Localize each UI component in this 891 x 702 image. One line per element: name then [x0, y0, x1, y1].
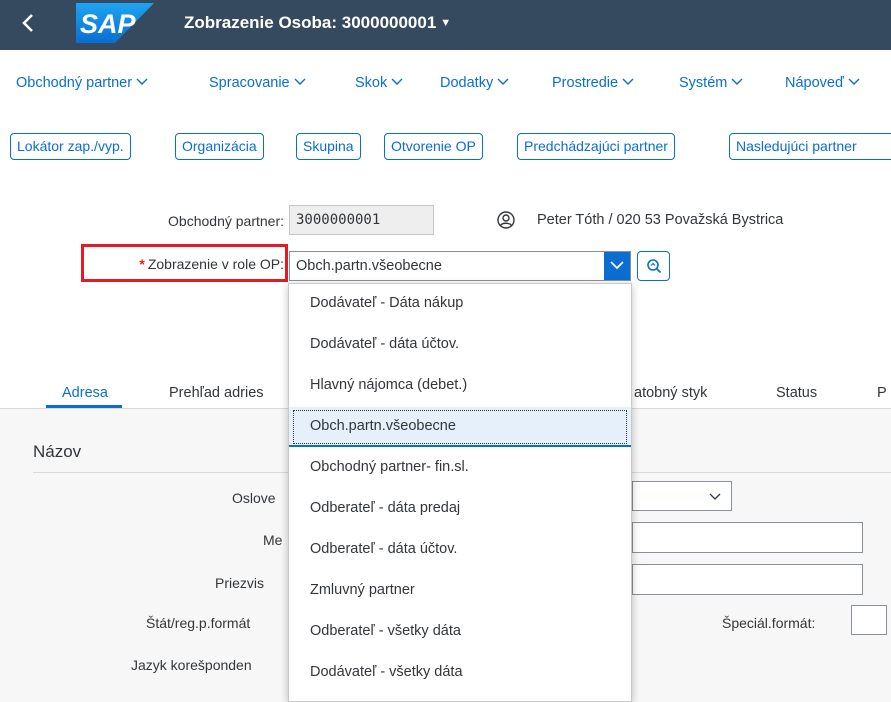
- last-name-label: Priezvis: [215, 575, 265, 591]
- menu-obchodny-partner[interactable]: Obchodný partner: [16, 75, 148, 91]
- page-title-text: Zobrazenie Osoba: 3000000001: [184, 13, 437, 32]
- last-name-input[interactable]: [632, 564, 863, 595]
- tab-prehlad-adries[interactable]: Prehľad adries: [169, 385, 264, 401]
- focus-outline: [293, 410, 627, 444]
- back-button[interactable]: [14, 8, 50, 40]
- menu-label: Dodatky: [440, 75, 494, 91]
- value-help-icon: [647, 259, 662, 274]
- open-bp-button[interactable]: Otvorenie OP: [384, 133, 483, 160]
- list-item[interactable]: Dodávateľ - všetky dáta: [289, 653, 631, 693]
- salutation-label: Oslove: [232, 490, 276, 506]
- list-item[interactable]: Odberateľ - dáta účtov.: [289, 530, 631, 570]
- role-label-text: Zobrazenie v role OP:: [147, 256, 284, 272]
- special-format-input[interactable]: [851, 605, 887, 635]
- organization-button[interactable]: Organizácia: [175, 133, 264, 160]
- menu-label: Skok: [355, 75, 388, 91]
- country-format-label: Štát/reg.p.formát: [146, 615, 251, 631]
- menu-napoved[interactable]: Nápoveď: [785, 75, 860, 91]
- chevron-down-icon: [391, 75, 403, 91]
- list-item[interactable]: Dodávateľ - Dáta nákup: [289, 284, 631, 324]
- menu-prostredie[interactable]: Prostredie: [552, 75, 634, 91]
- chevron-down-icon: [622, 75, 634, 91]
- tab-status[interactable]: Status: [776, 385, 817, 401]
- chevron-down-icon: [848, 75, 860, 91]
- role-select-toggle[interactable]: [604, 252, 630, 280]
- tab-kontakt[interactable]: atobný styk: [634, 385, 707, 401]
- page-title[interactable]: Zobrazenie Osoba: 3000000001 ▼: [184, 13, 451, 33]
- menu-label: Prostredie: [552, 75, 619, 91]
- tab-more[interactable]: P: [877, 385, 887, 401]
- shell-bar: SAP Zobrazenie Osoba: 3000000001 ▼: [0, 0, 891, 50]
- required-marker: *: [139, 256, 145, 272]
- first-name-label: Me: [263, 532, 283, 548]
- list-item[interactable]: Zmluvný partner: [289, 571, 631, 611]
- partner-number-field: 3000000001: [289, 205, 434, 235]
- list-item[interactable]: Obchodný partner- fin.sl.: [289, 448, 631, 488]
- svg-text:SAP: SAP: [80, 9, 137, 39]
- correspondence-language-label: Jazyk korešponden: [131, 657, 252, 673]
- section-title: Názov: [33, 442, 82, 461]
- person-description: Peter Tóth / 020 53 Považská Bystrica: [537, 212, 784, 228]
- person-icon: [497, 211, 515, 229]
- chevron-down-icon: [497, 75, 509, 91]
- special-format-label: Špeciál.formát:: [722, 615, 816, 631]
- first-name-input[interactable]: [632, 522, 863, 553]
- menu-system[interactable]: Systém: [679, 75, 743, 91]
- locator-toggle-button[interactable]: Lokátor zap./vyp.: [10, 133, 131, 160]
- menu-label: Spracovanie: [209, 75, 290, 91]
- salutation-select[interactable]: [632, 481, 732, 511]
- role-value-help-button[interactable]: [637, 251, 670, 281]
- role-dropdown-list: Dodávateľ - Dáta nákup Dodávateľ - dáta …: [288, 283, 632, 702]
- list-item[interactable]: Odberateľ - všetky dáta: [289, 612, 631, 652]
- partner-label: Obchodný partner:: [168, 213, 284, 229]
- list-item-selected[interactable]: Obch.partn.všeobecne: [289, 407, 631, 447]
- list-item[interactable]: Odberateľ - dáta predaj: [289, 489, 631, 529]
- chevron-left-icon: [22, 14, 33, 32]
- chevron-down-icon: [731, 75, 743, 91]
- chevron-down-icon: [709, 493, 721, 500]
- menu-dodatky[interactable]: Dodatky: [440, 75, 509, 91]
- menu-label: Obchodný partner: [16, 75, 133, 91]
- chevron-down-icon: [136, 75, 148, 91]
- sap-logo: SAP: [76, 3, 154, 43]
- list-item[interactable]: Hlavný nájomca (debet.): [289, 366, 631, 406]
- menu-skok[interactable]: Skok: [355, 75, 403, 91]
- chevron-down-icon: [610, 261, 624, 270]
- group-button[interactable]: Skupina: [296, 133, 361, 160]
- menu-label: Nápoveď: [785, 75, 844, 91]
- next-partner-button[interactable]: Nasledujúci partner: [729, 133, 891, 160]
- list-item[interactable]: Dodávateľ - dáta účtov.: [289, 325, 631, 365]
- menu-spracovanie[interactable]: Spracovanie: [209, 75, 306, 91]
- previous-partner-button[interactable]: Predchádzajúci partner: [517, 133, 675, 160]
- menu-label: Systém: [679, 75, 728, 91]
- caret-down-icon: ▼: [440, 17, 452, 29]
- role-select-value: Obch.partn.všeobecne: [296, 258, 442, 274]
- role-select[interactable]: Obch.partn.všeobecne: [289, 251, 631, 281]
- chevron-down-icon: [294, 75, 306, 91]
- tab-adresa[interactable]: Adresa: [62, 385, 108, 401]
- menu-bar: Obchodný partner Spracovanie Skok Dodatk…: [0, 62, 891, 102]
- role-label: * Zobrazenie v role OP:: [88, 256, 284, 272]
